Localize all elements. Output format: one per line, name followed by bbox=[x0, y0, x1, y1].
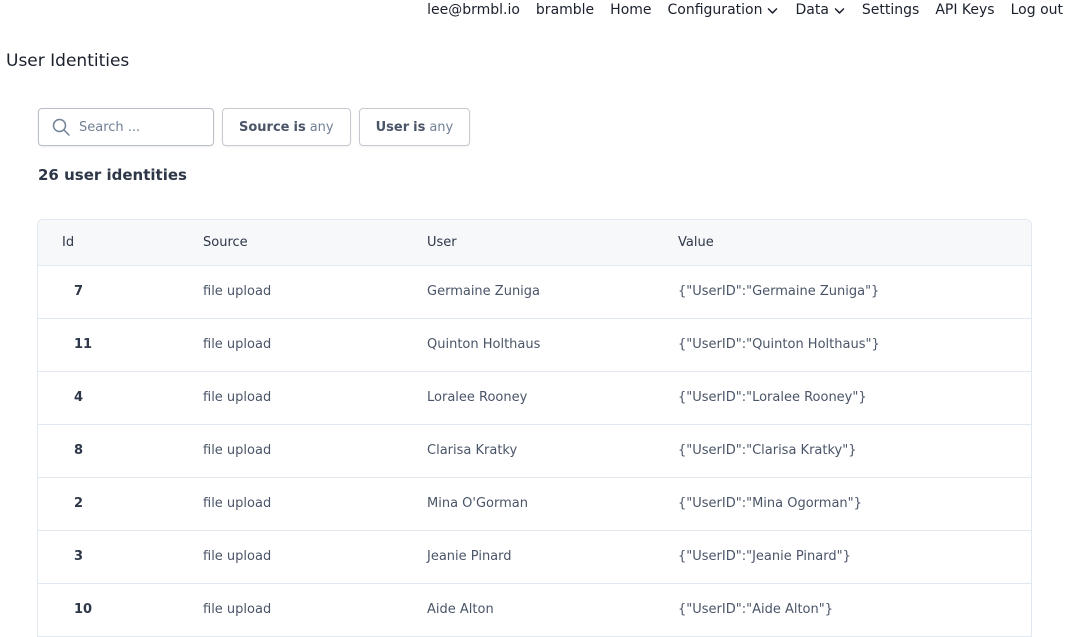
cell-source: file upload bbox=[203, 337, 272, 352]
source-filter-field: Source bbox=[239, 119, 290, 135]
table-row[interactable]: 2 file upload Mina O'Gorman {"UserID":"M… bbox=[38, 477, 1031, 530]
top-navigation: lee@brmbl.io bramble Home Configuration … bbox=[427, 0, 1063, 20]
cell-id: 4 bbox=[74, 390, 84, 405]
cell-user: Loralee Rooney bbox=[427, 390, 528, 405]
cell-source: file upload bbox=[203, 602, 272, 617]
cell-source: file upload bbox=[203, 549, 272, 564]
cell-user: Clarisa Kratky bbox=[427, 443, 518, 458]
column-header-id[interactable]: Id bbox=[38, 220, 203, 266]
identities-table-container: Id Source User Value 7 file upload Germa… bbox=[37, 219, 1032, 637]
column-header-value[interactable]: Value bbox=[678, 220, 1031, 266]
cell-value: {"UserID":"Germaine Zuniga"} bbox=[678, 284, 880, 299]
cell-id: 10 bbox=[74, 602, 93, 617]
user-filter-value: any bbox=[429, 119, 454, 135]
identities-table: Id Source User Value 7 file upload Germa… bbox=[38, 220, 1031, 637]
cell-user: Jeanie Pinard bbox=[427, 549, 512, 564]
cell-source: file upload bbox=[203, 443, 272, 458]
filter-bar: Source is any User is any bbox=[38, 108, 471, 146]
cell-source: file upload bbox=[203, 284, 272, 299]
nav-configuration-label: Configuration bbox=[667, 2, 763, 18]
nav-configuration-menu[interactable]: Configuration bbox=[668, 2, 780, 18]
table-row[interactable]: 8 file upload Clarisa Kratky {"UserID":"… bbox=[38, 424, 1031, 477]
cell-value: {"UserID":"Aide Alton"} bbox=[678, 602, 833, 617]
page-title: User Identities bbox=[6, 51, 130, 71]
source-filter-value: any bbox=[309, 119, 334, 135]
cell-id: 3 bbox=[74, 549, 84, 564]
cell-user: Quinton Holthaus bbox=[427, 337, 541, 352]
nav-user-email[interactable]: lee@brmbl.io bbox=[427, 2, 520, 18]
cell-user: Aide Alton bbox=[427, 602, 494, 617]
column-header-user[interactable]: User bbox=[427, 220, 678, 266]
column-header-source[interactable]: Source bbox=[203, 220, 427, 266]
search-icon bbox=[52, 118, 70, 136]
cell-value: {"UserID":"Jeanie Pinard"} bbox=[678, 549, 851, 564]
cell-id: 2 bbox=[74, 496, 84, 511]
nav-api-keys[interactable]: API Keys bbox=[935, 2, 994, 18]
result-count: 26 user identities bbox=[38, 166, 187, 184]
nav-logout[interactable]: Log out bbox=[1011, 2, 1063, 18]
table-row[interactable]: 7 file upload Germaine Zuniga {"UserID":… bbox=[38, 265, 1031, 318]
user-filter-field: User bbox=[375, 119, 410, 135]
cell-user: Mina O'Gorman bbox=[427, 496, 528, 511]
cell-id: 8 bbox=[74, 443, 84, 458]
nav-settings[interactable]: Settings bbox=[862, 2, 919, 18]
search-input[interactable] bbox=[79, 119, 199, 135]
nav-home[interactable]: Home bbox=[610, 2, 651, 18]
cell-value: {"UserID":"Clarisa Kratky"} bbox=[678, 443, 857, 458]
nav-data-menu[interactable]: Data bbox=[795, 2, 845, 18]
user-filter-operator: is bbox=[413, 119, 426, 135]
cell-value: {"UserID":"Quinton Holthaus"} bbox=[678, 337, 880, 352]
cell-value: {"UserID":"Mina Ogorman"} bbox=[678, 496, 862, 511]
source-filter-button[interactable]: Source is any bbox=[222, 108, 351, 146]
cell-value: {"UserID":"Loralee Rooney"} bbox=[678, 390, 867, 405]
table-header-row: Id Source User Value bbox=[38, 220, 1031, 266]
search-box[interactable] bbox=[38, 108, 214, 146]
user-filter-button[interactable]: User is any bbox=[358, 108, 471, 146]
cell-id: 7 bbox=[74, 284, 84, 299]
cell-source: file upload bbox=[203, 390, 272, 405]
table-row[interactable]: 10 file upload Aide Alton {"UserID":"Aid… bbox=[38, 583, 1031, 636]
source-filter-operator: is bbox=[293, 119, 306, 135]
chevron-down-icon bbox=[834, 7, 845, 14]
table-row[interactable]: 4 file upload Loralee Rooney {"UserID":"… bbox=[38, 371, 1031, 424]
nav-org-name[interactable]: bramble bbox=[536, 2, 594, 18]
cell-source: file upload bbox=[203, 496, 272, 511]
cell-user: Germaine Zuniga bbox=[427, 284, 541, 299]
cell-id: 11 bbox=[74, 337, 93, 352]
chevron-down-icon bbox=[768, 7, 778, 14]
table-row[interactable]: 11 file upload Quinton Holthaus {"UserID… bbox=[38, 318, 1031, 371]
table-row[interactable]: 3 file upload Jeanie Pinard {"UserID":"J… bbox=[38, 530, 1031, 583]
nav-data-label: Data bbox=[795, 2, 829, 18]
